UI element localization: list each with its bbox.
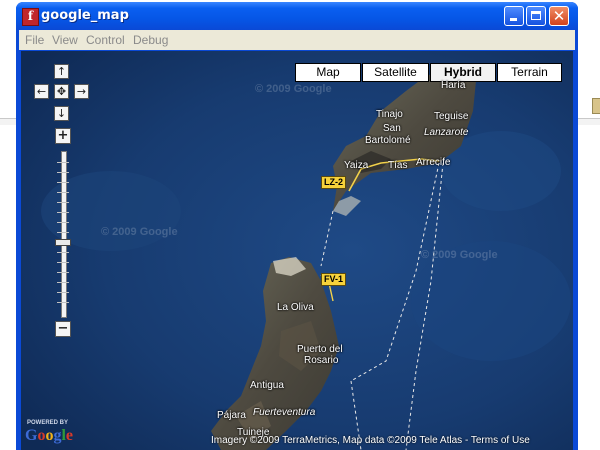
menu-control[interactable]: Control [86, 33, 125, 47]
place-label: Arrecife [416, 157, 451, 168]
zoom-slider[interactable] [57, 151, 69, 318]
menu-view[interactable]: View [52, 33, 78, 47]
place-label: Rosario [304, 355, 339, 366]
place-label: San [383, 123, 401, 134]
background-window-icon [592, 98, 600, 114]
place-label: Teguise [434, 111, 469, 122]
google-watermark: © 2009 Google [255, 83, 332, 95]
minimize-icon [510, 18, 517, 21]
place-label: Tinajo [376, 109, 403, 120]
place-label: Haría [441, 80, 466, 91]
place-label: Puerto del [297, 344, 343, 355]
zoom-tick [57, 222, 69, 223]
zoom-tick [57, 262, 69, 263]
maximize-icon [531, 11, 541, 20]
zoom-out-button[interactable]: − [55, 321, 71, 337]
powered-by-label: POWERED BY [27, 420, 69, 426]
zoom-tick [57, 282, 69, 283]
place-label: Tías [388, 160, 408, 171]
zoom-in-button[interactable]: + [55, 128, 71, 144]
zoom-tick [57, 292, 69, 293]
google-logo-letter: e [65, 427, 74, 444]
window-title: google_map [41, 8, 129, 23]
zoom-tick [57, 302, 69, 303]
zoom-tick [57, 172, 69, 173]
map-type-map-button[interactable]: Map [295, 63, 361, 82]
close-icon: ✕ [552, 7, 566, 25]
zoom-tick [57, 252, 69, 253]
zoom-tick [57, 192, 69, 193]
zoom-tick [57, 162, 69, 163]
pan-right-button[interactable]: → [74, 84, 89, 99]
pan-left-button[interactable]: ← [34, 84, 49, 99]
place-label: Yaiza [344, 160, 369, 171]
flash-player-icon: f [22, 8, 39, 26]
close-button[interactable]: ✕ [549, 6, 569, 26]
road-shield-lz2: LZ-2 [321, 176, 346, 189]
google-watermark: © 2009 Google [101, 226, 178, 238]
island-label: Fuerteventura [253, 407, 316, 418]
zoom-tick [57, 202, 69, 203]
menu-debug[interactable]: Debug [133, 33, 168, 47]
place-label: La Oliva [277, 302, 314, 313]
google-logo[interactable]: Google [25, 427, 73, 445]
map-copyright: Imagery ©2009 TerraMetrics, Map data ©20… [211, 435, 530, 446]
pan-center-button[interactable]: ✥ [54, 84, 69, 99]
map-type-terrain-button[interactable]: Terrain [497, 63, 562, 82]
road-shield-fv1: FV-1 [321, 273, 347, 286]
google-watermark: © 2009 Google [421, 249, 498, 261]
app-window: f google_map ✕ File View Control Debug ©… [16, 2, 578, 450]
zoom-tick [57, 232, 69, 233]
map-type-satellite-button[interactable]: Satellite [362, 63, 429, 82]
zoom-slider-thumb[interactable] [55, 238, 71, 246]
place-label: Pájara [217, 410, 246, 421]
menu-file[interactable]: File [25, 33, 44, 47]
copyright-text[interactable]: Imagery ©2009 TerraMetrics, Map data ©20… [211, 435, 530, 446]
title-bar[interactable]: f google_map ✕ [16, 2, 578, 30]
maximize-button[interactable] [526, 6, 546, 26]
map-viewport[interactable]: © 2009 Google © 2009 Google © 2009 Googl… [21, 51, 573, 450]
place-label: Bartolomé [365, 135, 411, 146]
zoom-tick [57, 212, 69, 213]
island-label: Lanzarote [424, 127, 469, 138]
zoom-tick [57, 182, 69, 183]
pan-down-button[interactable]: ↓ [54, 106, 69, 121]
menu-bar: File View Control Debug [19, 30, 575, 50]
place-label: Antigua [250, 380, 284, 391]
minimize-button[interactable] [504, 6, 524, 26]
pan-up-button[interactable]: ↑ [54, 64, 69, 79]
zoom-tick [57, 272, 69, 273]
google-logo-letter: G [25, 427, 38, 444]
